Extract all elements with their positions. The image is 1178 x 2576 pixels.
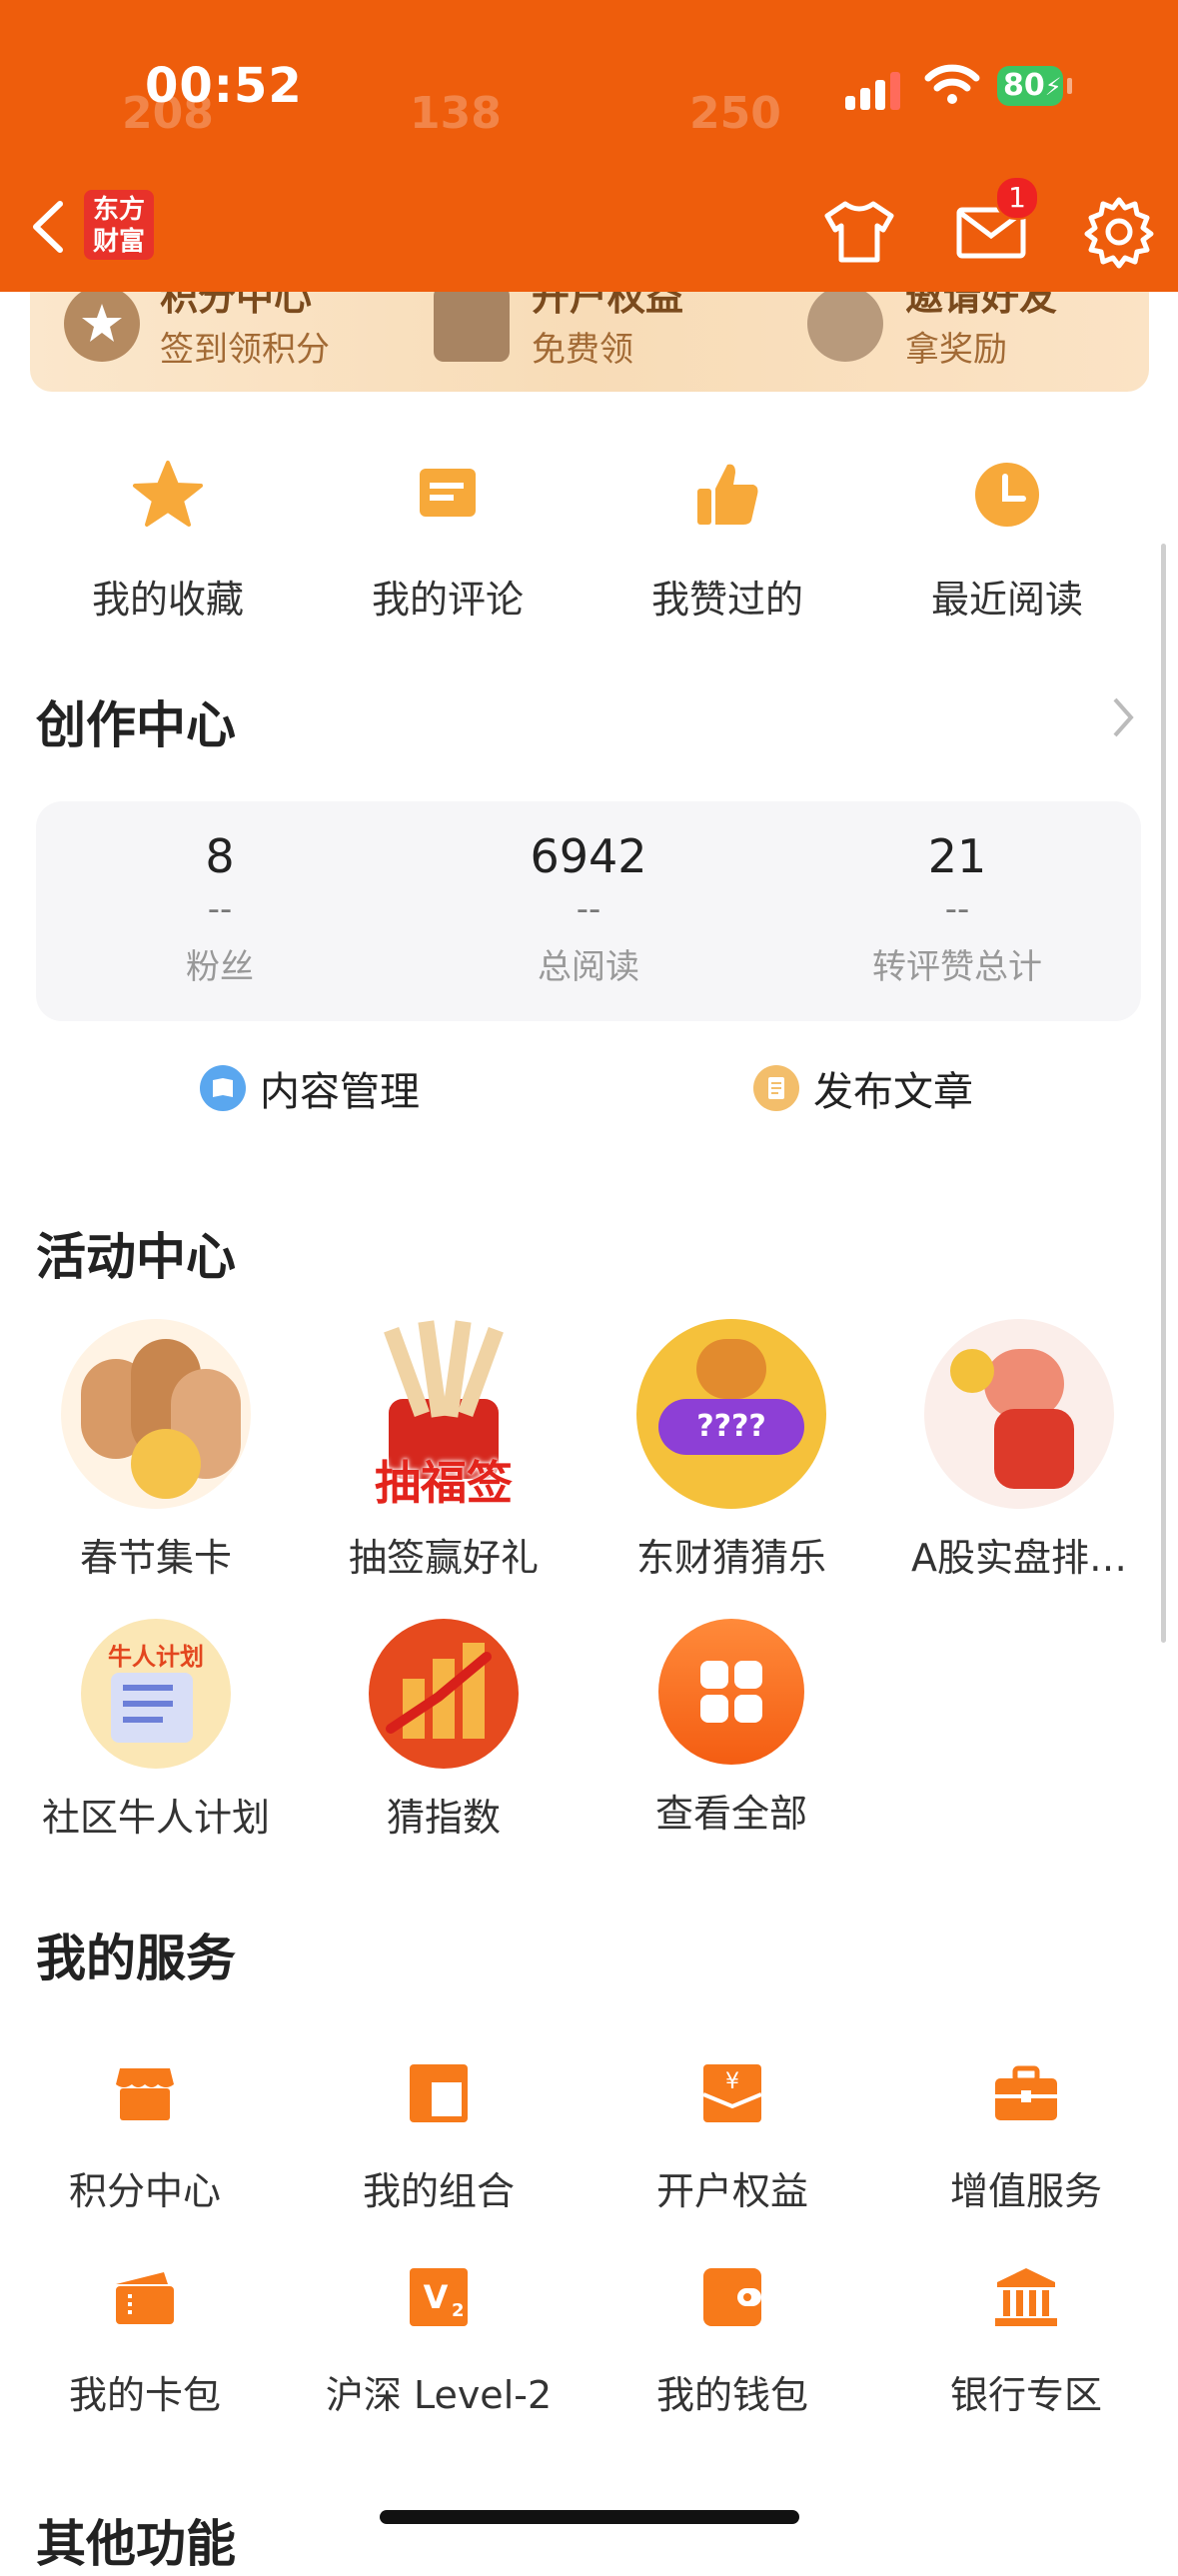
battery-indicator: 80⚡	[997, 66, 1063, 106]
quiz-badge: ????	[658, 1399, 804, 1455]
lottery-sticks-icon: 抽福签	[349, 1319, 539, 1509]
activity-guess-index[interactable]: 猜指数	[294, 1619, 593, 1842]
activity-label: 抽签赢好礼	[348, 1536, 539, 1580]
svg-text:2: 2	[452, 2300, 465, 2321]
service-my-portfolio[interactable]: 我的组合	[294, 2060, 584, 2215]
service-bank-zone[interactable]: 银行专区	[881, 2264, 1171, 2419]
invite-user-icon	[807, 286, 883, 362]
service-account-benefits[interactable]: ¥ 开户权益	[588, 2060, 877, 2215]
service-level2[interactable]: V2 沪深 Level-2	[294, 2264, 584, 2419]
publish-doc-icon	[753, 1065, 799, 1111]
quick-label: 我的评论	[371, 578, 524, 622]
account-gift-icon	[434, 286, 510, 362]
tshirt-skin-icon[interactable]	[819, 192, 899, 272]
mail-badge: 1	[995, 176, 1039, 220]
banner-item-sub: 免费领	[532, 330, 633, 370]
ticket-icon	[116, 2272, 174, 2324]
other-features-title: 其他功能	[36, 2515, 236, 2573]
top-header: 208 138 250 00:52 80⚡ 东方财富 1	[0, 0, 1178, 292]
svg-text:V: V	[424, 2278, 449, 2316]
stat-followers[interactable]: 8 -- 粉丝	[36, 801, 404, 988]
creation-center-title: 创作中心	[36, 696, 236, 754]
lottery-badge: 抽福签	[375, 1456, 513, 1509]
shop-icon	[116, 2068, 174, 2120]
activity-label: 查看全部	[654, 1792, 807, 1836]
battery-cap	[1067, 78, 1072, 94]
plan-badge: 牛人计划	[108, 1643, 204, 1671]
my-services-title: 我的服务	[36, 1930, 236, 1987]
activity-lottery[interactable]: 抽福签 抽签赢好礼	[294, 1319, 593, 1582]
spring-festival-mascots-icon	[61, 1319, 251, 1509]
quick-label: 我的收藏	[91, 578, 244, 622]
home-indicator[interactable]	[380, 2510, 799, 2524]
activity-label: 社区牛人计划	[41, 1796, 270, 1840]
activity-label: A股实盘排…	[911, 1536, 1127, 1580]
service-points-center[interactable]: 积分中心	[0, 2060, 290, 2215]
creation-stats-card: 8 -- 粉丝 6942 -- 总阅读 21 -- 转评赞总计	[36, 801, 1141, 1021]
service-label: 开户权益	[655, 2169, 808, 2213]
activity-label: 春节集卡	[79, 1536, 232, 1580]
guess-index-chart-icon	[369, 1619, 519, 1769]
quick-my-comments[interactable]: 我的评论	[308, 455, 588, 624]
level2-icon: V2	[410, 2268, 468, 2326]
banner-item-sub: 签到领积分	[160, 330, 330, 370]
ghost-number: 250	[689, 88, 781, 139]
star-icon	[133, 461, 203, 527]
comment-icon	[420, 469, 476, 517]
service-label: 银行专区	[949, 2373, 1102, 2417]
expert-plan-icon: 牛人计划	[81, 1619, 231, 1769]
banner-item-sub: 拿奖励	[905, 330, 1007, 370]
back-arrow-icon[interactable]	[28, 200, 68, 254]
activity-community-expert-plan[interactable]: 牛人计划 社区牛人计划	[6, 1619, 306, 1842]
chevron-right-icon[interactable]	[1111, 695, 1135, 739]
guess-game-icon: ????	[636, 1319, 826, 1509]
activity-view-all[interactable]: 查看全部	[582, 1619, 881, 1838]
status-time: 00:52	[145, 58, 303, 114]
thumbs-up-icon	[697, 464, 758, 525]
activity-center-title: 活动中心	[36, 1228, 236, 1286]
action-label: 内容管理	[260, 1069, 420, 1115]
service-my-wallet[interactable]: 我的钱包	[588, 2264, 877, 2419]
bank-icon	[995, 2268, 1057, 2326]
scrollbar[interactable]	[1161, 544, 1166, 1643]
service-label: 增值服务	[949, 2169, 1102, 2213]
service-label: 沪深 Level-2	[325, 2373, 553, 2417]
publish-article-button[interactable]: 发布文章	[753, 1059, 973, 1117]
action-label: 发布文章	[813, 1069, 973, 1115]
service-label: 我的组合	[362, 2169, 515, 2213]
activity-guess-game[interactable]: ???? 东财猜猜乐	[582, 1319, 881, 1582]
quick-my-likes[interactable]: 我赞过的	[588, 455, 867, 624]
svg-text:¥: ¥	[725, 2069, 739, 2094]
content-manage-icon	[200, 1065, 246, 1111]
service-label: 我的卡包	[68, 2373, 221, 2417]
stat-total-reads[interactable]: 6942 -- 总阅读	[405, 801, 772, 988]
wallet-icon	[703, 2268, 761, 2326]
activity-label: 猜指数	[386, 1796, 501, 1840]
service-card-wallet[interactable]: 我的卡包	[0, 2264, 290, 2419]
cellular-signal-icon	[845, 70, 905, 110]
view-all-grid-icon	[658, 1619, 804, 1765]
quick-label: 我赞过的	[650, 578, 803, 622]
portfolio-icon	[410, 2064, 468, 2122]
app-logo: 东方财富	[84, 190, 154, 260]
ghost-number: 138	[410, 88, 502, 139]
bull-trophy-icon	[924, 1319, 1114, 1509]
quick-recent-reading[interactable]: 最近阅读	[867, 455, 1147, 624]
service-value-added[interactable]: 增值服务	[881, 2060, 1171, 2215]
briefcase-icon	[995, 2065, 1057, 2120]
stat-interactions-total[interactable]: 21 -- 转评赞总计	[773, 801, 1141, 988]
settings-gear-icon[interactable]	[1079, 192, 1159, 272]
activity-spring-cards[interactable]: 春节集卡	[6, 1319, 306, 1582]
wifi-icon	[924, 64, 980, 104]
quick-label: 最近阅读	[930, 578, 1083, 622]
service-label: 积分中心	[68, 2169, 221, 2213]
activity-label: 东财猜猜乐	[635, 1536, 826, 1580]
points-star-icon	[64, 286, 140, 362]
content-management-button[interactable]: 内容管理	[200, 1059, 420, 1117]
activity-a-share-ranking[interactable]: A股实盘排…	[869, 1319, 1169, 1582]
service-label: 我的钱包	[655, 2373, 808, 2417]
yen-envelope-icon: ¥	[702, 2064, 762, 2122]
quick-my-favorites[interactable]: 我的收藏	[28, 455, 308, 624]
clock-icon	[975, 463, 1039, 527]
